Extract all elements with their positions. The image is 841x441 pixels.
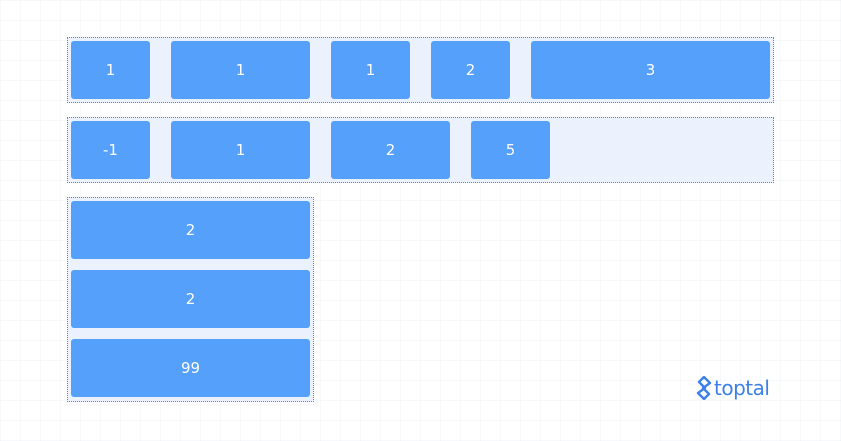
row2-item-4: 5 — [471, 121, 550, 179]
row2-item-2: 1 — [171, 121, 310, 179]
toptal-logo-icon — [696, 376, 712, 400]
row1-item-4: 2 — [431, 41, 510, 99]
row1-item-5: 3 — [531, 41, 770, 99]
toptal-logo-text: toptal — [714, 376, 770, 400]
row2-item-3: 2 — [331, 121, 450, 179]
canvas: { "rows": { "row1": ["1", "1", "1", "2",… — [0, 0, 841, 441]
toptal-logo[interactable]: toptal — [696, 373, 770, 403]
row1-item-3: 1 — [331, 41, 410, 99]
row1-item-1: 1 — [71, 41, 150, 99]
row1-item-2: 1 — [171, 41, 310, 99]
column-item-3: 99 — [71, 339, 310, 397]
column-item-1: 2 — [71, 201, 310, 259]
column-item-2: 2 — [71, 270, 310, 328]
row2-item-1: -1 — [71, 121, 150, 179]
